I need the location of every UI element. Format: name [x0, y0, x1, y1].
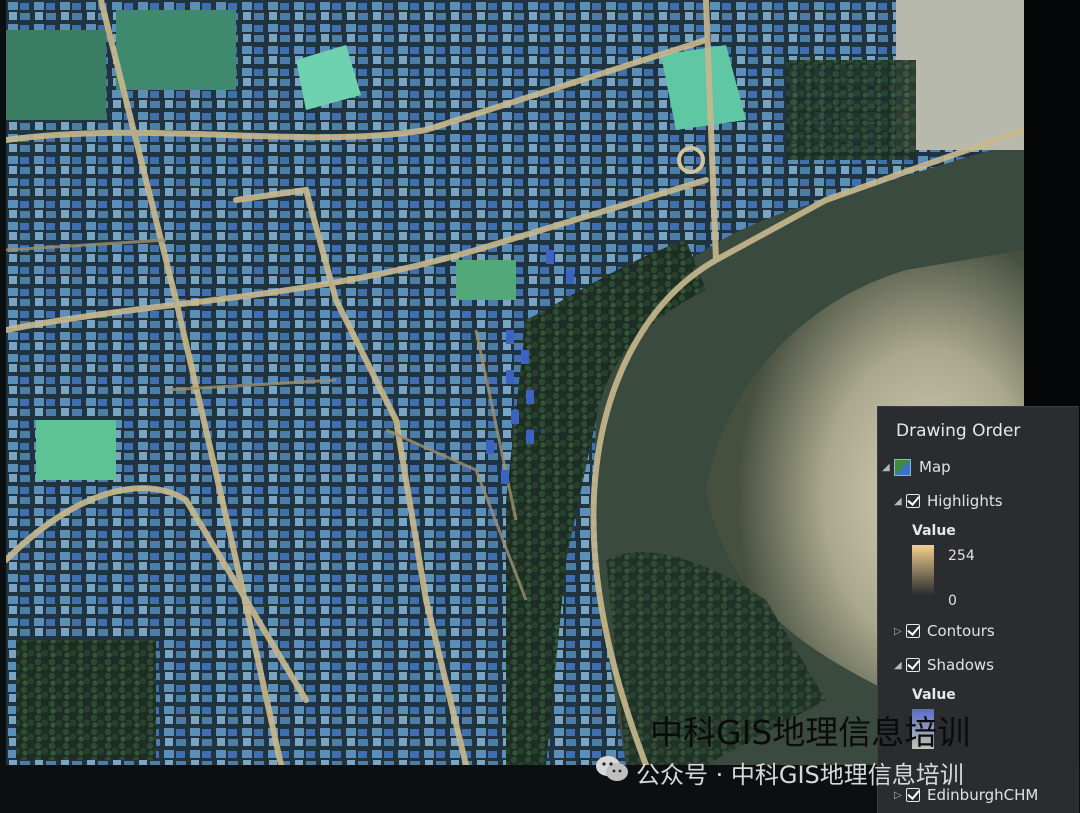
layer-contours[interactable]: ▷ Contours [894, 619, 995, 643]
wechat-icon [596, 756, 628, 781]
layer-map[interactable]: ◢ Map [882, 455, 951, 479]
layer-highlights-label: Highlights [927, 492, 1003, 510]
watermark-main: 中科GIS地理信息培训 [650, 713, 971, 752]
expand-caret-icon[interactable]: ◢ [882, 462, 894, 473]
layer-shadows[interactable]: ◢ Shadows [894, 653, 994, 677]
collapse-caret-icon[interactable]: ▷ [894, 790, 906, 801]
layer-highlights[interactable]: ◢ Highlights [894, 489, 1003, 513]
visibility-checkbox[interactable] [906, 658, 920, 672]
watermark-sub: 公众号 · 中科GIS地理信息培训 [636, 761, 964, 789]
visibility-checkbox[interactable] [906, 788, 920, 802]
highlights-min: 0 [948, 593, 957, 609]
visibility-checkbox[interactable] [906, 624, 920, 638]
highlights-value-heading: Value [912, 523, 956, 539]
layer-shadows-label: Shadows [927, 656, 995, 674]
panel-title: Drawing Order [896, 421, 1021, 441]
map-view[interactable] [6, 0, 1024, 765]
expand-caret-icon[interactable]: ◢ [894, 660, 906, 671]
highlights-color-ramp [912, 545, 934, 595]
layer-contours-label: Contours [927, 622, 995, 640]
visibility-checkbox[interactable] [906, 494, 920, 508]
map-icon [894, 458, 911, 476]
highlights-max: 254 [948, 548, 975, 564]
layer-map-label: Map [919, 458, 951, 476]
aerial-map [6, 0, 1024, 765]
expand-caret-icon[interactable]: ◢ [894, 496, 906, 507]
collapse-caret-icon[interactable]: ▷ [894, 626, 906, 637]
shadows-value-heading: Value [912, 687, 956, 703]
